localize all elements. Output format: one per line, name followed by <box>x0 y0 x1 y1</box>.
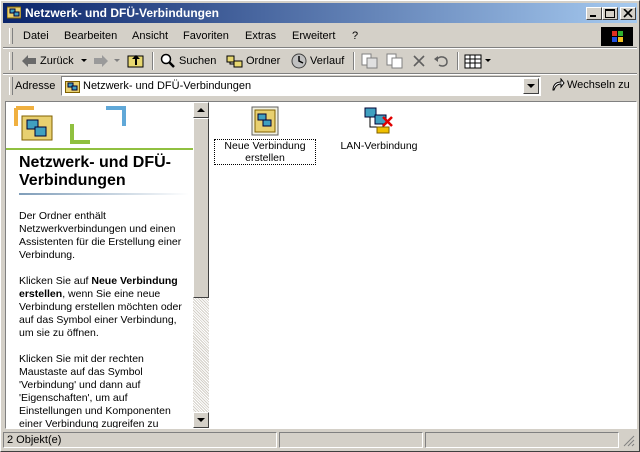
windows-logo <box>601 27 633 46</box>
file-label: Neue Verbindung erstellen <box>214 139 316 165</box>
chevron-down-icon <box>527 84 535 88</box>
lan-connection-disconnected-icon <box>364 107 393 134</box>
content-area: Netzwerk- und DFÜ-Verbindungen Der Ordne… <box>5 101 637 429</box>
standard-toolbar: Zurück Suchen Ordner Verlauf <box>3 49 637 73</box>
search-icon <box>160 53 175 68</box>
menu-favoriten[interactable]: Favoriten <box>183 30 229 42</box>
file-list[interactable]: Neue Verbindung erstellen LAN-Verbindung <box>209 102 636 428</box>
arrow-down-icon <box>197 418 205 422</box>
delete-x-icon <box>413 55 425 67</box>
minimize-button[interactable] <box>586 7 602 20</box>
network-folder-icon <box>65 81 80 93</box>
go-arrow-icon <box>552 78 565 91</box>
up-folder-icon <box>127 55 144 68</box>
close-icon <box>623 9 633 18</box>
search-label: Suchen <box>179 55 217 67</box>
menu-extras[interactable]: Extras <box>245 30 276 42</box>
scroll-down-button[interactable] <box>193 412 209 428</box>
copy-to-button[interactable] <box>386 52 406 70</box>
delete-button[interactable] <box>412 52 429 70</box>
vertical-scrollbar[interactable] <box>193 102 209 428</box>
arrow-up-icon <box>197 108 205 112</box>
close-button[interactable] <box>620 7 636 20</box>
menu-grip[interactable] <box>9 28 13 44</box>
address-input[interactable]: Netzwerk- und DFÜ-Verbindungen <box>61 76 541 96</box>
address-bar: Adresse Netzwerk- und DFÜ-Verbindungen W… <box>3 75 637 97</box>
search-button[interactable]: Suchen <box>160 52 216 70</box>
scroll-thumb[interactable] <box>193 118 209 298</box>
pane-paragraph-3: Klicken Sie mit der rechten Maustaste au… <box>19 353 171 428</box>
back-dropdown-icon[interactable] <box>80 59 87 63</box>
copy-to-icon <box>386 53 403 69</box>
history-label: Verlauf <box>310 55 345 67</box>
maximize-button[interactable] <box>602 7 618 20</box>
title-bar[interactable]: Netzwerk- und DFÜ-Verbindungen <box>3 3 637 23</box>
network-banner-icon <box>6 106 193 150</box>
menu-help[interactable]: ? <box>352 30 358 42</box>
back-button[interactable]: Zurück <box>21 52 90 70</box>
menu-erweitert[interactable]: Erweitert <box>292 30 335 42</box>
status-text: 2 Objekt(e) <box>7 434 62 446</box>
history-button[interactable]: Verlauf <box>291 52 344 70</box>
menu-bearbeiten[interactable]: Bearbeiten <box>64 30 117 42</box>
pane-paragraph-1: Der Ordner enthält Netzwerkverbindungen … <box>19 210 182 261</box>
status-bar: 2 Objekt(e) <box>3 431 637 449</box>
status-panel-main: 2 Objekt(e) <box>3 432 277 448</box>
views-dropdown-icon <box>485 59 491 62</box>
forward-dropdown-icon[interactable] <box>114 59 120 63</box>
file-label: LAN-Verbindung <box>340 140 418 152</box>
pane-divider <box>19 193 189 195</box>
move-to-icon <box>361 53 378 69</box>
file-item-lan-connection[interactable]: LAN-Verbindung <box>329 105 429 152</box>
go-button[interactable]: Wechseln zu <box>551 78 630 92</box>
address-value: Netzwerk- und DFÜ-Verbindungen <box>83 80 252 92</box>
menu-ansicht[interactable]: Ansicht <box>132 30 168 42</box>
folders-icon <box>226 55 243 67</box>
new-connection-icon <box>251 106 279 136</box>
pane-paragraph-2: Klicken Sie auf Neue Verbindung erstelle… <box>19 275 189 340</box>
address-grip[interactable] <box>9 77 13 95</box>
forward-arrow-icon <box>94 55 108 67</box>
move-to-button[interactable] <box>361 52 381 70</box>
status-panel-3 <box>425 432 619 448</box>
windows-flag-icon <box>612 31 623 42</box>
go-label: Wechseln zu <box>567 79 630 91</box>
back-label: Zurück <box>40 55 74 67</box>
window-title: Netzwerk- und DFÜ-Verbindungen <box>25 6 220 20</box>
toolbar-separator <box>152 52 154 70</box>
file-item-new-connection[interactable]: Neue Verbindung erstellen <box>214 105 316 165</box>
address-label: Adresse <box>15 80 56 92</box>
toolbar-separator <box>457 52 459 70</box>
back-arrow-icon <box>22 55 36 67</box>
toolbar-grip[interactable] <box>9 52 13 70</box>
toolbar-separator <box>353 52 355 70</box>
pane-paragraph-2-start: Klicken Sie auf <box>19 275 92 287</box>
web-view-pane: Netzwerk- und DFÜ-Verbindungen Der Ordne… <box>6 102 193 428</box>
maximize-icon <box>605 9 615 18</box>
forward-button[interactable] <box>93 52 123 70</box>
up-folder-button[interactable] <box>127 52 148 70</box>
folders-label: Ordner <box>246 55 281 67</box>
explorer-window: Netzwerk- und DFÜ-Verbindungen Datei Bea… <box>0 0 640 452</box>
network-folder-icon <box>7 6 21 19</box>
folders-button[interactable]: Ordner <box>226 52 280 70</box>
resize-grip-icon[interactable] <box>623 435 635 447</box>
minimize-icon <box>590 15 596 17</box>
history-icon <box>291 53 307 69</box>
status-panel-2 <box>279 432 423 448</box>
views-button[interactable] <box>464 52 494 70</box>
views-grid-icon <box>464 54 482 68</box>
pane-description: Der Ordner enthält Netzwerkverbindungen … <box>19 210 189 428</box>
undo-button[interactable] <box>433 52 452 70</box>
pane-title: Netzwerk- und DFÜ-Verbindungen <box>19 154 171 189</box>
menu-datei[interactable]: Datei <box>23 30 49 42</box>
address-dropdown-button[interactable] <box>523 78 539 94</box>
undo-icon <box>434 56 448 67</box>
scroll-up-button[interactable] <box>193 102 209 118</box>
menu-bar: Datei Bearbeiten Ansicht Favoriten Extra… <box>3 25 637 47</box>
